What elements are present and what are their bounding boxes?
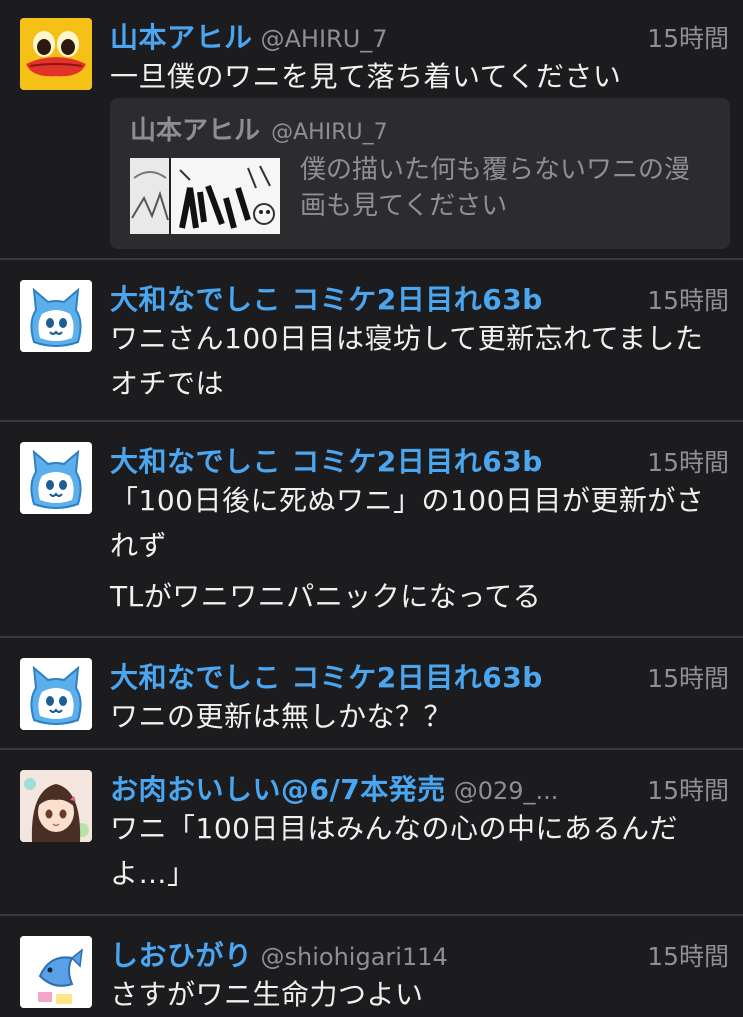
cat-avatar[interactable]	[20, 658, 92, 730]
author-handle[interactable]: @shiohigari114	[261, 943, 448, 971]
duck-avatar[interactable]	[20, 18, 92, 90]
anime-girl-avatar[interactable]	[20, 770, 92, 842]
manga-thumbnail[interactable]	[130, 158, 280, 234]
tweet-item[interactable]: 山本アヒル @AHIRU_7 15時間 一旦僕のワニを見て落ち着いてください 山…	[0, 0, 743, 258]
author-handle[interactable]: @AHIRU_7	[261, 25, 388, 53]
timestamp: 15時間	[647, 776, 729, 805]
tweet-text: ワニの更新は無しかな？？	[110, 700, 453, 733]
tweet-text: 「100日後に死ぬワニ」の100日目が更新がされず TLがワニワニパニックになっ…	[110, 484, 705, 613]
quoted-author-handle: @AHIRU_7	[271, 120, 388, 145]
author-name[interactable]: 大和なでしこ コミケ2日目れ63b	[110, 656, 543, 696]
author-handle[interactable]: @029_...	[454, 777, 559, 805]
fish-avatar[interactable]	[20, 936, 92, 1008]
tweet-text: ワニ「100日目はみんなの心の中にあるんだよ…」	[110, 812, 678, 890]
tweet-item[interactable]: 大和なでしこ コミケ2日目れ63b 15時間 ワニの更新は無しかな？？	[0, 636, 743, 748]
timestamp: 15時間	[647, 448, 729, 477]
tweet-item[interactable]: 大和なでしこ コミケ2日目れ63b 15時間 ワニさん100日目は寝坊して更新忘…	[0, 258, 743, 420]
quoted-tweet-text: 僕の描いた何も覆らないワニの漫画も見てください	[300, 155, 691, 221]
timeline: 山本アヒル @AHIRU_7 15時間 一旦僕のワニを見て落ち着いてください 山…	[0, 0, 743, 1016]
tweet-text: さすがワニ生命力つよい	[110, 978, 424, 1011]
quoted-author-name: 山本アヒル	[130, 116, 261, 146]
tweet-item[interactable]: しおひがり @shiohigari114 15時間 さすがワニ生命力つよい	[0, 914, 743, 1016]
author-name[interactable]: 山本アヒル	[110, 16, 253, 56]
author-name[interactable]: しおひがり	[110, 934, 253, 974]
tweet-text: ワニさん100日目は寝坊して更新忘れてましたオチでは	[110, 322, 704, 400]
tweet-item[interactable]: お肉おいしい@6/7本発売 @029_... 15時間 ワニ「100日目はみんな…	[0, 748, 743, 914]
tweet-item[interactable]: 大和なでしこ コミケ2日目れ63b 15時間 「100日後に死ぬワニ」の100日…	[0, 420, 743, 636]
quoted-tweet[interactable]: 山本アヒル @AHIRU_7 僕の描いた何も覆らないワニの漫画も見てください	[110, 98, 730, 249]
timestamp: 15時間	[647, 942, 729, 971]
tweet-text: 一旦僕のワニを見て落ち着いてください	[110, 60, 622, 93]
timestamp: 15時間	[647, 24, 729, 53]
timestamp: 15時間	[647, 286, 729, 315]
cat-avatar[interactable]	[20, 442, 92, 514]
author-name[interactable]: お肉おいしい@6/7本発売	[110, 768, 446, 808]
author-name[interactable]: 大和なでしこ コミケ2日目れ63b	[110, 278, 543, 318]
timestamp: 15時間	[647, 664, 729, 693]
author-name[interactable]: 大和なでしこ コミケ2日目れ63b	[110, 440, 543, 480]
cat-avatar[interactable]	[20, 280, 92, 352]
